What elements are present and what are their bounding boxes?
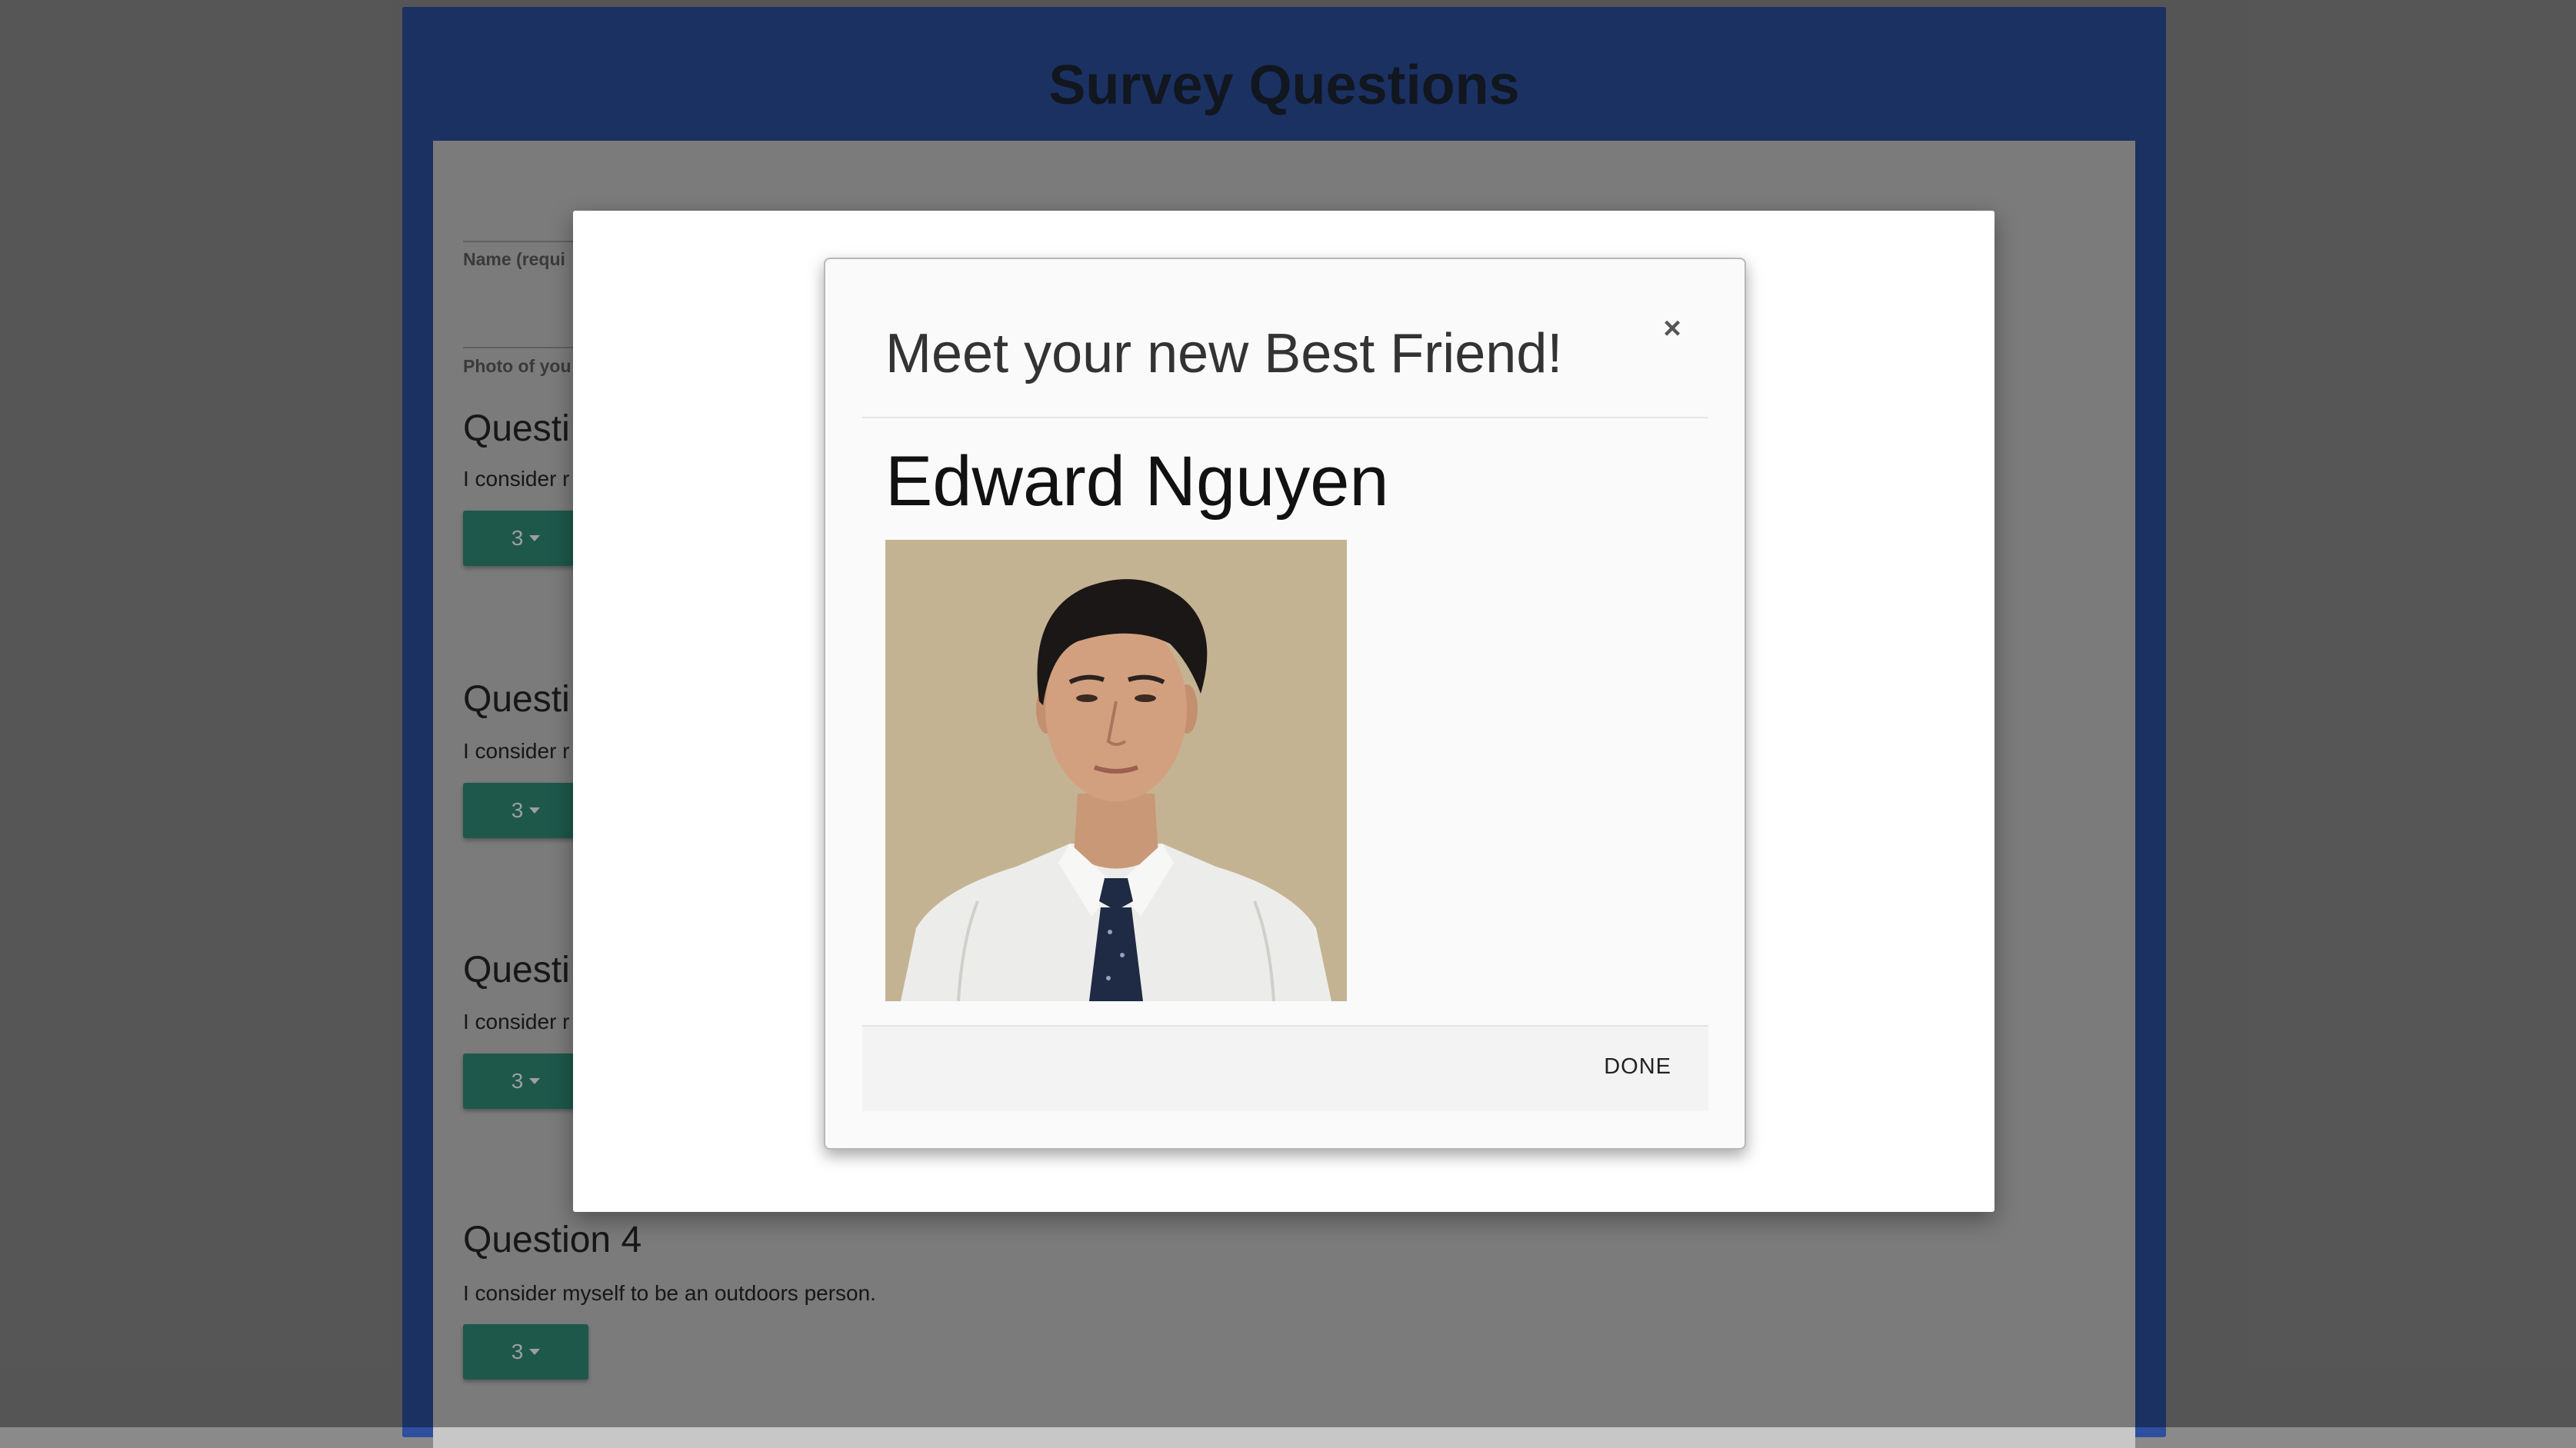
friend-photo	[885, 540, 1347, 1001]
modal-header: Meet your new Best Friend!	[862, 259, 1708, 418]
modal-footer: DONE	[862, 1025, 1708, 1111]
modal-title: Meet your new Best Friend!	[885, 323, 1563, 384]
done-button[interactable]: DONE	[1604, 1054, 1671, 1080]
best-friend-modal: Meet your new Best Friend! × Edward Nguy…	[824, 258, 1746, 1150]
friend-name: Edward Nguyen	[885, 442, 1389, 521]
close-icon[interactable]: ×	[1657, 313, 1688, 344]
